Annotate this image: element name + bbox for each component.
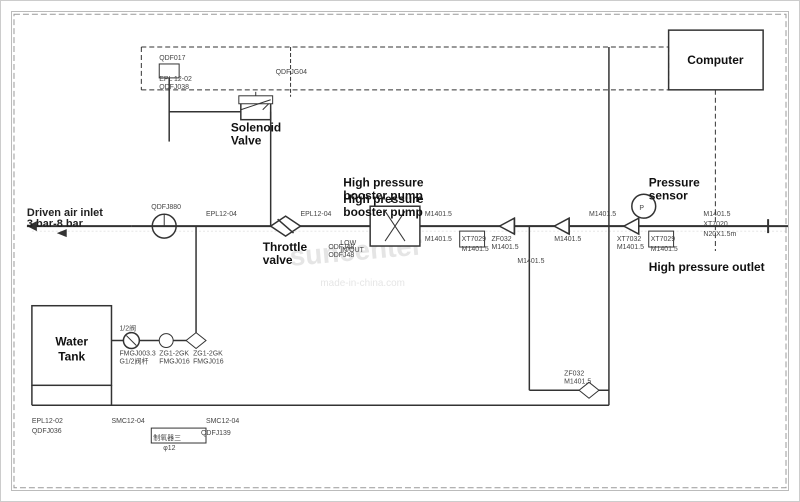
svg-text:QDFJG04: QDFJG04 [276, 69, 307, 76]
svg-text:Solenoid: Solenoid [231, 121, 281, 135]
svg-text:Throttle: Throttle [263, 240, 308, 254]
svg-text:QDFJ038: QDFJ038 [159, 84, 189, 91]
svg-text:EPL12-02: EPL12-02 [32, 418, 63, 425]
svg-text:M1401.5: M1401.5 [651, 246, 678, 253]
svg-text:3 bar-8 bar: 3 bar-8 bar [27, 218, 84, 230]
svg-text:QDF017: QDF017 [159, 55, 185, 62]
svg-text:FMGJ003.3: FMGJ003.3 [119, 350, 155, 357]
svg-text:ODFJ48: ODFJ48 [328, 252, 354, 259]
svg-text:High pressure: High pressure [343, 192, 424, 206]
main-container: suncenter made-in-china.com Computer QDF… [0, 0, 800, 502]
svg-text:FMGJ016: FMGJ016 [193, 358, 224, 365]
svg-text:1/2阀: 1/2阀 [119, 324, 136, 333]
svg-text:EPL12-04: EPL12-04 [206, 211, 237, 218]
svg-text:EPL12-04: EPL12-04 [301, 211, 332, 218]
svg-text:EPL 12-02: EPL 12-02 [159, 76, 192, 83]
svg-text:QDFJ880: QDFJ880 [151, 204, 181, 211]
svg-text:QDFJ139: QDFJ139 [201, 430, 231, 437]
svg-text:M1401.5: M1401.5 [425, 211, 452, 218]
svg-text:Computer: Computer [687, 53, 744, 67]
diagram-area: suncenter made-in-china.com Computer QDF… [11, 11, 789, 491]
svg-text:QDFJ036: QDFJ036 [32, 428, 62, 435]
svg-text:High pressure: High pressure [343, 175, 424, 189]
svg-text:ODFJ48: ODFJ48 [328, 244, 354, 251]
svg-text:M1401.5: M1401.5 [462, 246, 489, 253]
svg-text:XT7029: XT7029 [462, 236, 486, 243]
svg-text:valve: valve [263, 253, 293, 267]
svg-text:M1401.5: M1401.5 [703, 211, 730, 218]
svg-text:M1401.5: M1401.5 [425, 236, 452, 243]
svg-text:Water: Water [55, 335, 88, 349]
svg-text:G1/2阀杆: G1/2阀杆 [119, 356, 148, 365]
svg-text:Valve: Valve [231, 134, 262, 148]
svg-text:ZG1-2GK: ZG1-2GK [193, 350, 223, 357]
svg-text:M1401.5: M1401.5 [589, 211, 616, 218]
svg-text:sensor: sensor [649, 188, 688, 202]
svg-text:P: P [639, 205, 644, 212]
svg-text:High pressure outlet: High pressure outlet [649, 260, 765, 274]
svg-text:made-in-china.com: made-in-china.com [320, 278, 405, 289]
svg-text:N20X1.5m: N20X1.5m [703, 231, 736, 238]
svg-text:制氧器三: 制氧器三 [153, 433, 181, 442]
svg-text:XT7029: XT7029 [651, 236, 675, 243]
svg-text:XT7032: XT7032 [617, 236, 641, 243]
svg-text:M1401.5: M1401.5 [517, 258, 544, 265]
svg-text:ZF032: ZF032 [492, 236, 512, 243]
svg-text:XT7020: XT7020 [703, 221, 727, 228]
svg-text:φ12: φ12 [163, 445, 175, 452]
svg-text:M1401.5: M1401.5 [617, 244, 644, 251]
svg-text:SMC12-04: SMC12-04 [111, 418, 144, 425]
svg-text:M1401.5: M1401.5 [492, 244, 519, 251]
svg-text:Pressure: Pressure [649, 175, 700, 189]
svg-text:FMGJ016: FMGJ016 [159, 358, 190, 365]
svg-text:M1401.5: M1401.5 [554, 236, 581, 243]
svg-text:SMC12-04: SMC12-04 [206, 418, 239, 425]
svg-text:ZF032: ZF032 [564, 370, 584, 377]
svg-text:booster pump: booster pump [343, 205, 422, 219]
svg-text:ZG1-2GK: ZG1-2GK [159, 350, 189, 357]
svg-text:Tank: Tank [58, 349, 85, 363]
